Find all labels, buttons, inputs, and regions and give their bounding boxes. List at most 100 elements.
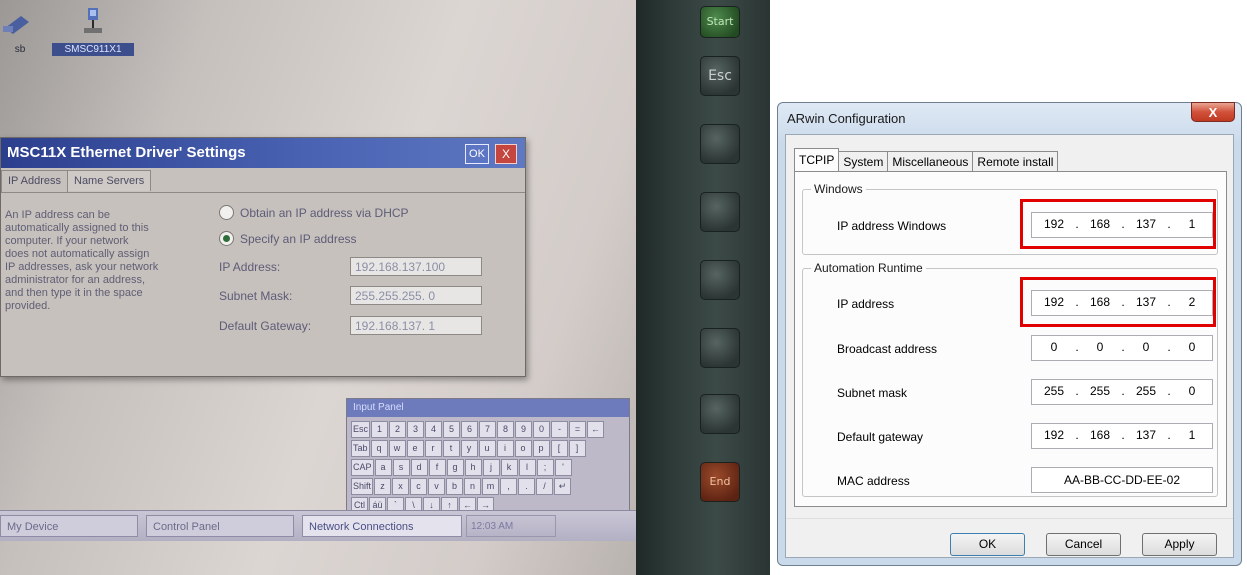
keyboard-key[interactable]: z — [374, 478, 392, 495]
keyboard-key[interactable]: CAP — [351, 459, 374, 476]
keyboard-key[interactable]: f — [428, 459, 446, 476]
keyboard-key[interactable]: 6 — [461, 421, 479, 438]
keyboard-key[interactable]: x — [392, 478, 410, 495]
keyboard-key[interactable]: ; — [536, 459, 554, 476]
keyboard-key[interactable]: u — [478, 440, 496, 457]
keyboard-key[interactable]: 3 — [407, 421, 425, 438]
tab-tcpip[interactable]: TCPIP — [794, 148, 840, 172]
keyboard-key[interactable]: Shift — [351, 478, 374, 495]
keyboard-key[interactable]: c — [410, 478, 428, 495]
keyboard-key[interactable]: v — [428, 478, 446, 495]
ip-octet[interactable]: 1 — [1174, 428, 1210, 442]
ip-octet[interactable]: 137 — [1128, 428, 1164, 442]
ip-octet[interactable]: 0 — [1128, 340, 1164, 354]
ip-octet[interactable]: 0 — [1174, 340, 1210, 354]
ip-octet[interactable]: 255 — [1036, 384, 1072, 398]
keyboard-key[interactable]: 1 — [371, 421, 389, 438]
cancel-button[interactable]: Cancel — [1046, 533, 1121, 556]
ip-octet[interactable]: 255 — [1082, 384, 1118, 398]
keyboard-key[interactable]: Esc — [351, 421, 371, 438]
keyboard-key[interactable]: p — [532, 440, 550, 457]
default-gateway-field[interactable]: 192. 168. 137. 1 — [1031, 423, 1213, 449]
hw-key-blank[interactable] — [700, 328, 740, 368]
ok-button[interactable]: OK — [465, 144, 489, 164]
radio-circle[interactable] — [219, 205, 234, 220]
keyboard-key[interactable]: d — [410, 459, 428, 476]
keyboard-key[interactable]: - — [551, 421, 569, 438]
keyboard-key[interactable]: l — [518, 459, 536, 476]
ip-octet[interactable]: 255 — [1128, 384, 1164, 398]
keyboard-key[interactable]: 0 — [533, 421, 551, 438]
keyboard-key[interactable]: a — [374, 459, 392, 476]
radio-specify[interactable]: Specify an IP address — [219, 231, 357, 246]
keyboard-key[interactable]: = — [569, 421, 587, 438]
broadcast-address-field[interactable]: 0.0.0.0 — [1031, 335, 1213, 361]
keyboard-key[interactable]: 7 — [479, 421, 497, 438]
tab-system[interactable]: System — [838, 151, 889, 172]
subnet-mask-field[interactable]: 255. 255. 255. 0 — [1031, 379, 1213, 405]
close-button[interactable]: X — [1191, 102, 1235, 122]
ip-octet[interactable]: 168 — [1082, 428, 1118, 442]
ip-octet[interactable]: 192 — [1036, 428, 1072, 442]
keyboard-key[interactable]: y — [460, 440, 478, 457]
keyboard-key[interactable]: . — [518, 478, 536, 495]
ok-button[interactable]: OK — [950, 533, 1025, 556]
keyboard-key[interactable]: 4 — [425, 421, 443, 438]
keyboard-key[interactable]: w — [388, 440, 406, 457]
desktop-icon-usb[interactable]: sb — [0, 6, 40, 56]
keyboard-key[interactable]: r — [424, 440, 442, 457]
radio-dhcp-label: Obtain an IP address via DHCP — [240, 206, 409, 220]
keyboard-key[interactable]: Tab — [351, 440, 370, 457]
desktop-icon-smsc[interactable]: SMSC911X1 — [52, 6, 134, 56]
keyboard-key[interactable]: / — [536, 478, 554, 495]
mac-address-field[interactable]: AA-BB-CC-DD-EE-02 — [1031, 467, 1213, 493]
hw-key-blank[interactable] — [700, 124, 740, 164]
keyboard-key[interactable]: o — [514, 440, 532, 457]
keyboard-key[interactable]: 8 — [497, 421, 515, 438]
apply-button[interactable]: Apply — [1142, 533, 1217, 556]
keyboard-key[interactable]: 5 — [443, 421, 461, 438]
keyboard-key[interactable]: t — [442, 440, 460, 457]
taskbar-control-panel[interactable]: Control Panel — [146, 515, 294, 537]
keyboard-key[interactable]: s — [392, 459, 410, 476]
hw-key-blank[interactable] — [700, 192, 740, 232]
ip-octet[interactable]: 0 — [1082, 340, 1118, 354]
keyboard-key[interactable]: ' — [554, 459, 572, 476]
keyboard-key[interactable]: ← — [587, 421, 605, 438]
close-button[interactable]: X — [495, 144, 517, 164]
keyboard-key[interactable]: ] — [568, 440, 586, 457]
hw-key-end[interactable]: End — [700, 462, 740, 502]
hw-key-blank[interactable] — [700, 394, 740, 434]
keyboard-key[interactable]: ↵ — [554, 478, 572, 495]
tab-ip-address[interactable]: IP Address — [1, 170, 68, 193]
tab-remote-install[interactable]: Remote install — [972, 151, 1059, 172]
radio-dhcp[interactable]: Obtain an IP address via DHCP — [219, 205, 409, 220]
keyboard-key[interactable]: q — [370, 440, 388, 457]
tab-name-servers[interactable]: Name Servers — [67, 170, 152, 191]
ip-octet[interactable]: 0 — [1036, 340, 1072, 354]
keyboard-key[interactable]: 9 — [515, 421, 533, 438]
default-gateway-field[interactable]: 192.168.137. 1 — [350, 316, 482, 335]
keyboard-key[interactable]: g — [446, 459, 464, 476]
keyboard-key[interactable]: j — [482, 459, 500, 476]
subnet-mask-field[interactable]: 255.255.255. 0 — [350, 286, 482, 305]
radio-circle-selected[interactable] — [219, 231, 234, 246]
keyboard-key[interactable]: e — [406, 440, 424, 457]
keyboard-key[interactable]: m — [482, 478, 500, 495]
taskbar-my-device[interactable]: My Device — [0, 515, 138, 537]
keyboard-key[interactable]: h — [464, 459, 482, 476]
taskbar-network-connections[interactable]: Network Connections — [302, 515, 462, 537]
keyboard-key[interactable]: b — [446, 478, 464, 495]
hw-key-start[interactable]: Start — [700, 6, 740, 38]
keyboard-key[interactable]: 2 — [389, 421, 407, 438]
hw-key-blank[interactable] — [700, 260, 740, 300]
ip-octet[interactable]: 0 — [1174, 384, 1210, 398]
hw-key-esc[interactable]: Esc — [700, 56, 740, 96]
ip-address-field[interactable]: 192.168.137.100 — [350, 257, 482, 276]
tab-miscellaneous[interactable]: Miscellaneous — [887, 151, 974, 172]
keyboard-key[interactable]: k — [500, 459, 518, 476]
keyboard-key[interactable]: , — [500, 478, 518, 495]
keyboard-key[interactable]: n — [464, 478, 482, 495]
keyboard-key[interactable]: [ — [550, 440, 568, 457]
keyboard-key[interactable]: i — [496, 440, 514, 457]
